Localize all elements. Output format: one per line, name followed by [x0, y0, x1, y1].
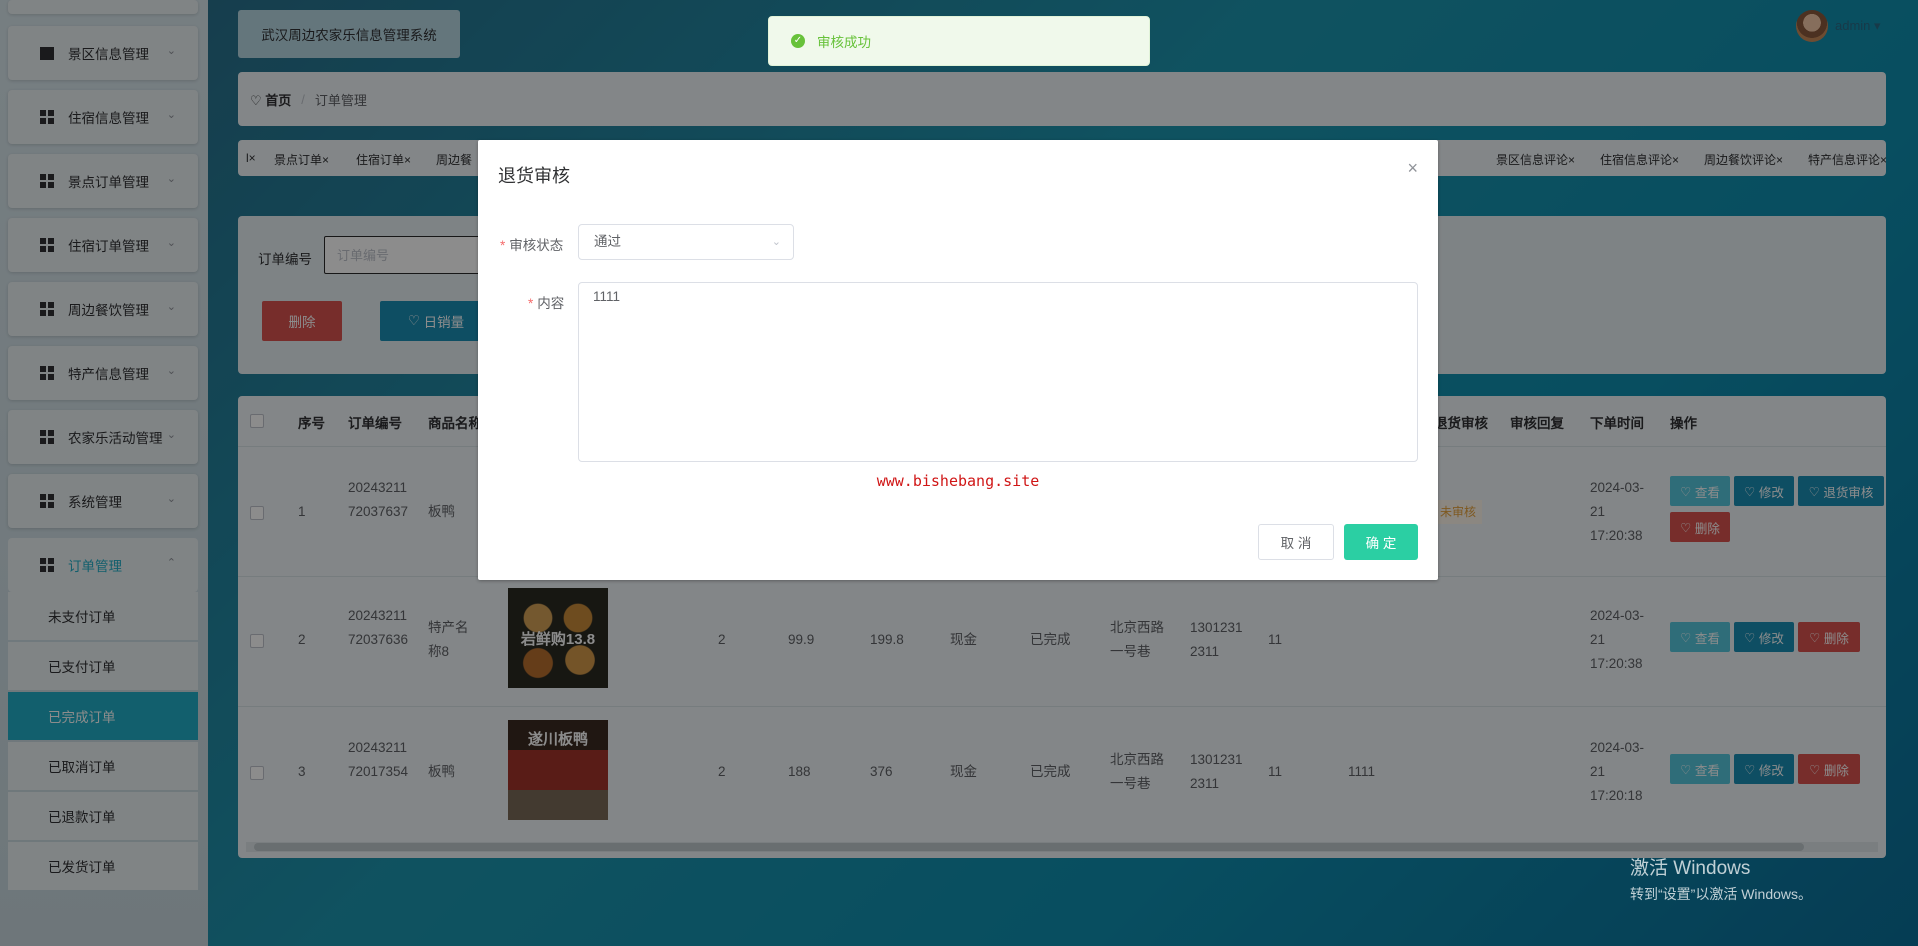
- chevron-down-icon: ⌄: [771, 236, 781, 248]
- select-value: 通过: [594, 234, 621, 249]
- watermark-line2: 转到“设置”以激活 Windows。: [1630, 886, 1813, 902]
- required-mark: *: [528, 296, 534, 311]
- audit-status-select[interactable]: 通过 ⌄: [578, 224, 794, 260]
- content-textarea[interactable]: 1111: [578, 282, 1418, 462]
- site-watermark: www.bishebang.site: [876, 472, 1040, 490]
- windows-activation-watermark: 激活 Windows 转到“设置”以激活 Windows。: [1630, 853, 1812, 904]
- status-label-text: 审核状态: [509, 238, 564, 253]
- success-toast: ✓ 审核成功: [768, 16, 1150, 66]
- confirm-button[interactable]: 确 定: [1344, 524, 1418, 560]
- content-label: * 内容: [528, 292, 564, 312]
- dialog-title: 退货审核: [498, 166, 570, 186]
- required-mark: *: [500, 238, 506, 253]
- toast-message: 审核成功: [817, 35, 871, 50]
- status-label: * 审核状态: [500, 234, 563, 254]
- success-check-icon: ✓: [791, 34, 805, 48]
- content-label-text: 内容: [537, 296, 565, 311]
- return-audit-dialog: 退货审核 × * 审核状态 通过 ⌄ * 内容 1111 www.bishebang…: [478, 140, 1438, 580]
- cancel-button[interactable]: 取 消: [1258, 524, 1334, 560]
- close-icon[interactable]: ×: [1407, 158, 1418, 179]
- watermark-line1: 激活 Windows: [1630, 858, 1751, 879]
